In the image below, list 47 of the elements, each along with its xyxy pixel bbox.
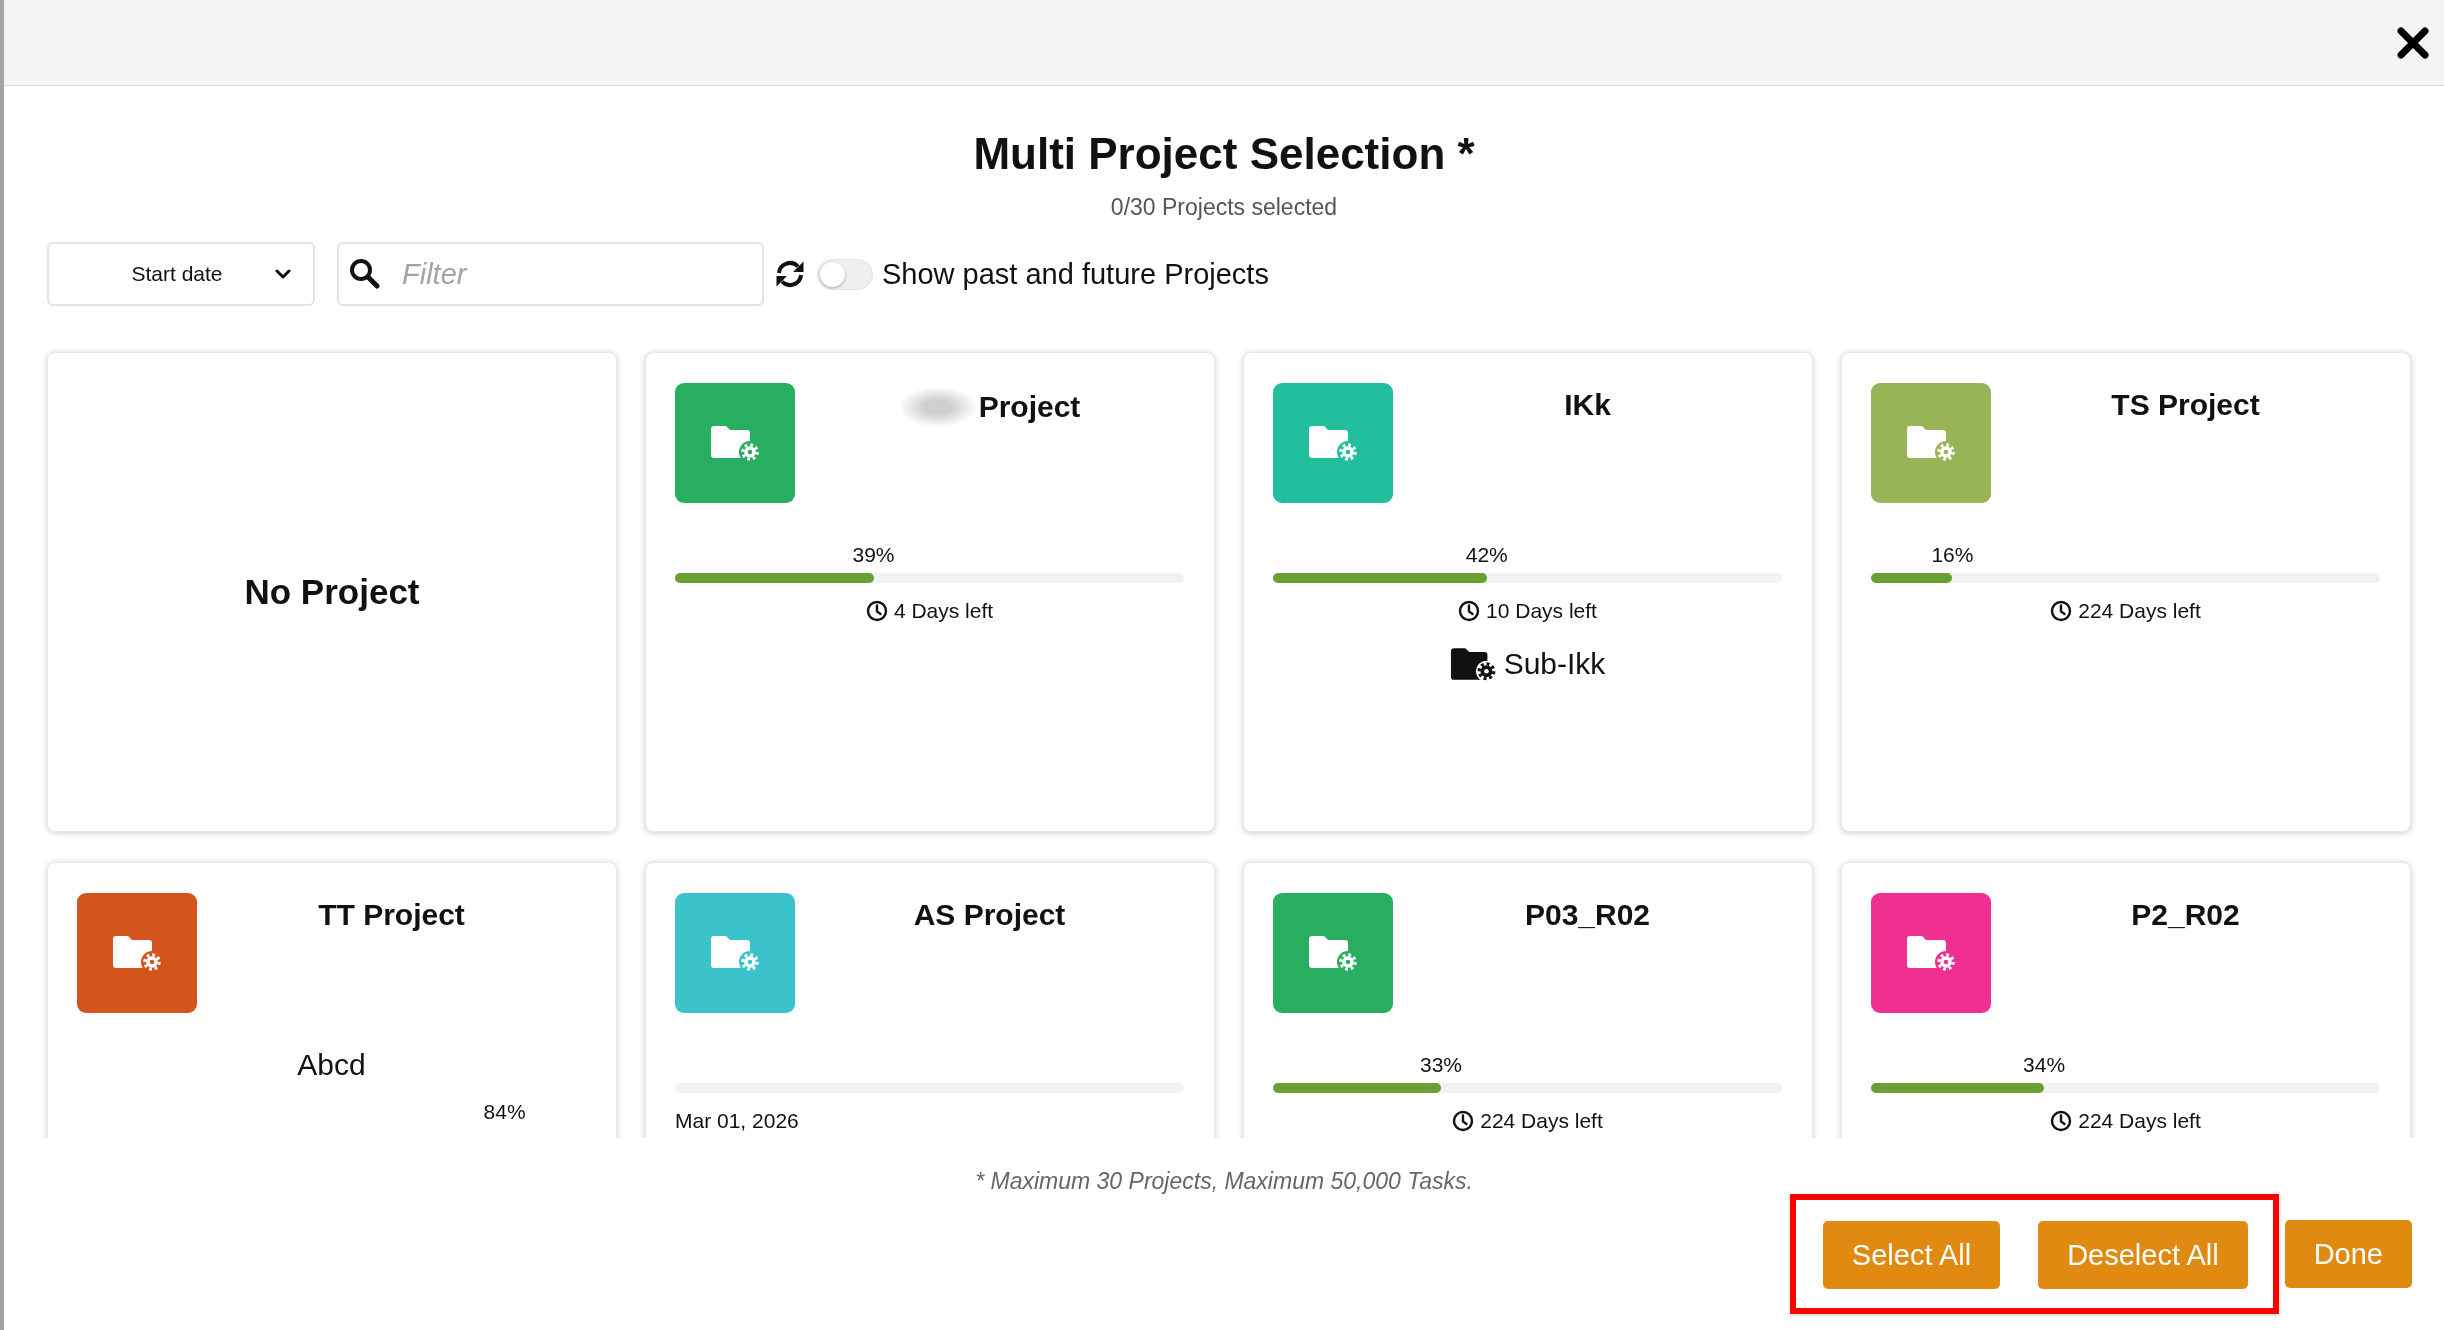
project-name: Project	[978, 389, 1081, 425]
project-card[interactable]: No Project	[47, 352, 617, 832]
progress-percent: 84%	[483, 1099, 526, 1125]
chevron-down-icon	[275, 269, 291, 279]
folder-gear-icon	[1449, 646, 1498, 682]
project-card[interactable]: TT Project Abcd 84%	[47, 862, 617, 1138]
days-left: 4 Days left	[893, 598, 994, 624]
filter-field[interactable]: Filter	[337, 242, 764, 306]
project-card[interactable]: TS Project 16% 224 Days left	[1841, 352, 2411, 832]
selection-count: 0/30 Projects selected	[1110, 193, 1338, 221]
project-name: TS Project	[2111, 387, 2260, 423]
sub-project-name[interactable]: Sub-Ikk	[1503, 646, 1606, 682]
project-card[interactable]: Project 39% 4 Days left	[645, 352, 1215, 832]
project-card[interactable]: AS Project Mar 01, 2026	[645, 862, 1215, 1138]
clock-icon	[2050, 600, 2073, 622]
project-name: P03_R02	[1524, 897, 1651, 933]
project-name: No Project	[244, 572, 420, 612]
project-card[interactable]: P03_R02 33% 224 Days left	[1243, 862, 1813, 1138]
close-icon[interactable]	[2396, 25, 2430, 60]
toggle-switch[interactable]	[817, 258, 873, 290]
progress-percent: 39%	[852, 542, 895, 568]
days-left: 224 Days left	[2078, 1108, 2201, 1134]
dialog-title: Multi Project Selection *	[973, 128, 1475, 180]
toggle-label[interactable]: Show past and future Projects	[882, 257, 1269, 291]
project-name: P2_R02	[2131, 897, 2240, 933]
project-name: TT Project	[318, 897, 465, 933]
search-icon	[349, 258, 380, 289]
days-left: 224 Days left	[2078, 598, 2201, 624]
clock-icon	[1452, 1110, 1475, 1132]
progress-percent: 16%	[1931, 542, 1974, 568]
project-name: IKk	[1564, 387, 1611, 423]
project-description: Abcd	[297, 1052, 366, 1078]
progress-percent: 42%	[1465, 542, 1508, 568]
project-name: AS Project	[913, 897, 1066, 933]
project-card[interactable]: P2_R02 34% 224 Days left	[1841, 862, 2411, 1138]
project-date: Mar 01, 2026	[675, 1108, 799, 1134]
clock-icon	[1458, 600, 1481, 622]
days-left: 10 Days left	[1486, 598, 1597, 624]
sort-select[interactable]: Start date	[47, 242, 315, 306]
footnote: * Maximum 30 Projects, Maximum 50,000 Tasks.	[975, 1169, 1473, 1193]
refresh-icon[interactable]	[774, 258, 806, 290]
progress-percent: 33%	[1419, 1052, 1462, 1078]
clock-icon	[2050, 1110, 2073, 1132]
clock-icon	[865, 600, 888, 622]
progress-percent: 34%	[2023, 1052, 2066, 1078]
days-left: 224 Days left	[1480, 1108, 1603, 1134]
project-card[interactable]: IKk 42% 10 Days left Sub-Ikk	[1243, 352, 1813, 832]
